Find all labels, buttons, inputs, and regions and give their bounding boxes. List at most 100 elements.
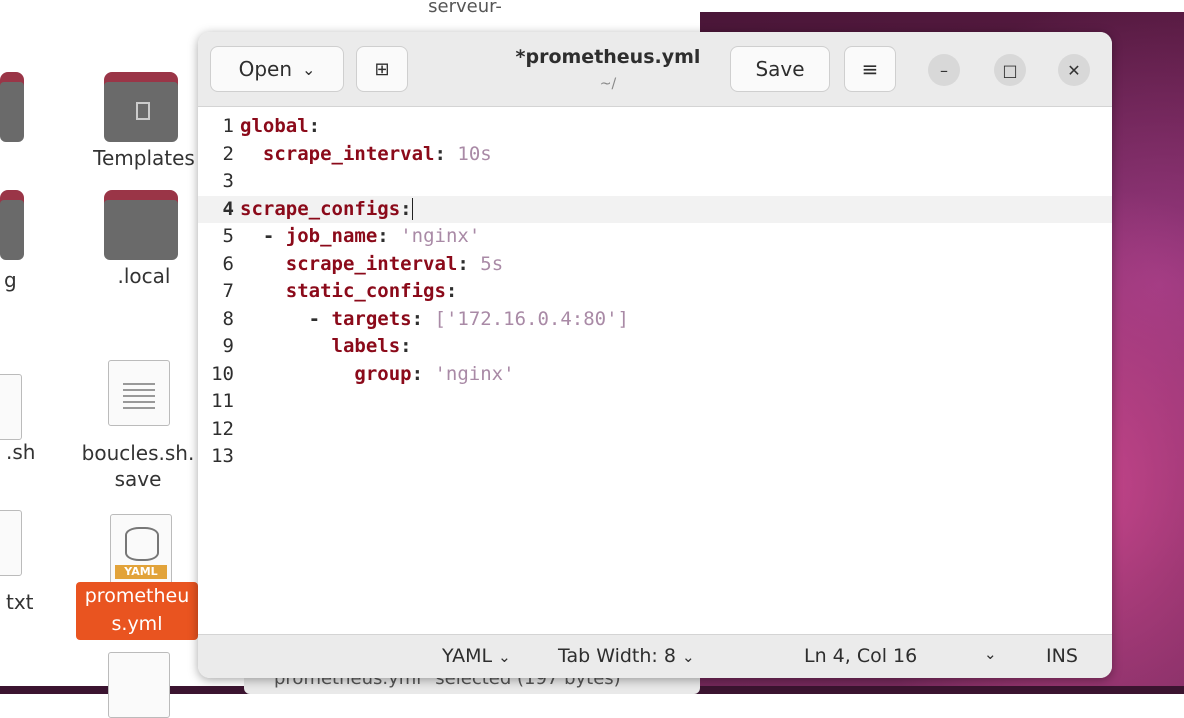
code-line[interactable]: 6 scrape_interval: 5s: [198, 251, 1112, 278]
boucles-label-line1: boucles.sh.: [81, 441, 195, 465]
yaml-value: ['172.16.0.4:80']: [434, 307, 629, 330]
file-icon-partial-2[interactable]: [0, 510, 22, 576]
line-code: scrape_configs:: [240, 196, 413, 223]
line-code: global:: [240, 113, 320, 140]
selected-file-line1: prometheu: [84, 585, 190, 607]
code-line[interactable]: 12: [198, 416, 1112, 443]
line-code: - targets: ['172.16.0.4:80']: [240, 306, 629, 333]
code-line[interactable]: 1 global:: [198, 113, 1112, 140]
desktop-top-strip: [0, 0, 1184, 12]
status-bar: YAML ⌄ Tab Width: 8 ⌄ Ln 4, Col 16 ⌄ INS: [198, 634, 1112, 678]
text-editor-window: Open ⌄ ⊞ *prometheus.yml ~/ Save ≡ – □ ✕…: [198, 32, 1112, 678]
yaml-key: job_name: [285, 225, 378, 247]
boucles-file-icon[interactable]: [108, 360, 170, 426]
line-number: 4: [222, 197, 234, 220]
code-line[interactable]: 9 labels:: [198, 333, 1112, 360]
line-number: 10: [211, 362, 234, 385]
close-button[interactable]: ✕: [1058, 54, 1090, 86]
code-line[interactable]: 8 - targets: ['172.16.0.4:80']: [198, 306, 1112, 333]
yaml-colon: :: [411, 307, 435, 330]
code-line[interactable]: 4 scrape_configs:: [198, 195, 1112, 223]
selected-file-label[interactable]: prometheu s.yml: [76, 582, 198, 640]
open-button-label: Open: [238, 57, 292, 81]
local-label[interactable]: .local: [84, 264, 204, 288]
line-code: scrape_interval: 10s: [240, 141, 492, 168]
yaml-colon: :: [308, 115, 321, 137]
line-number: 3: [222, 170, 234, 192]
yaml-badge: YAML: [115, 565, 167, 579]
yaml-colon: :: [411, 362, 435, 385]
templates-label[interactable]: Templates: [84, 146, 204, 170]
code-line[interactable]: 10 group: 'nginx': [198, 361, 1112, 388]
template-emblem-icon: [136, 102, 150, 120]
language-label: YAML: [442, 645, 493, 667]
code-line[interactable]: 5 - job_name: 'nginx': [198, 223, 1112, 250]
code-line[interactable]: 7 static_configs:: [198, 278, 1112, 305]
yaml-key: scrape_interval: [262, 142, 435, 165]
language-chevron-icon: ⌄: [498, 648, 511, 666]
minimize-button[interactable]: –: [928, 54, 960, 86]
line-number: 12: [211, 417, 234, 440]
menu-button[interactable]: ≡: [844, 46, 896, 92]
boucles-label-line2: save: [114, 467, 162, 491]
yaml-key: static_configs: [285, 280, 446, 302]
file-icon-partial[interactable]: [0, 374, 22, 440]
language-selector[interactable]: YAML ⌄: [442, 645, 511, 667]
insert-mode[interactable]: INS: [1046, 645, 1078, 667]
selected-file-line2: s.yml: [111, 613, 163, 635]
chevron-down-icon: ⌄: [302, 59, 316, 79]
line-number: 13: [211, 445, 234, 467]
line-code: scrape_interval: 5s: [240, 251, 503, 278]
maximize-button[interactable]: □: [994, 54, 1026, 86]
yaml-key: scrape_interval: [285, 252, 458, 275]
file-icon-bottom[interactable]: [108, 652, 170, 718]
yaml-colon: :: [434, 142, 458, 165]
cursor-position[interactable]: Ln 4, Col 16: [804, 645, 917, 667]
yaml-key: global: [240, 115, 309, 137]
yaml-colon: :: [400, 197, 412, 220]
yaml-value: 'nginx': [434, 362, 515, 385]
code-line[interactable]: 3: [198, 168, 1112, 195]
yaml-key: group: [354, 362, 412, 385]
window-subtitle: ~/: [599, 76, 617, 92]
code-line[interactable]: 11: [198, 388, 1112, 415]
save-button[interactable]: Save: [730, 46, 830, 92]
save-button-label: Save: [755, 57, 805, 81]
line-code: group: 'nginx': [240, 361, 515, 388]
position-chevron-icon[interactable]: ⌄: [984, 645, 997, 663]
line-number: 6: [222, 252, 234, 275]
yaml-colon: :: [400, 335, 412, 357]
line-number: 8: [222, 307, 234, 330]
folder-icon-partial[interactable]: [0, 72, 24, 142]
yaml-value: 5s: [480, 252, 504, 275]
code-line[interactable]: 13: [198, 443, 1112, 470]
new-tab-button[interactable]: ⊞: [356, 46, 408, 92]
line-code: static_configs:: [240, 278, 458, 305]
code-editor[interactable]: 1 global: 2 scrape_interval: 10s 3 4 scrape_c…: [198, 107, 1112, 634]
yaml-value: 10s: [457, 142, 492, 165]
yaml-colon: :: [457, 252, 481, 275]
local-folder-icon[interactable]: [104, 190, 178, 260]
desktop-label-g: g: [4, 268, 17, 292]
boucles-label[interactable]: boucles.sh. save: [78, 440, 198, 492]
line-code: - job_name: 'nginx': [240, 223, 480, 250]
code-line[interactable]: 2 scrape_interval: 10s: [198, 141, 1112, 168]
templates-folder-icon[interactable]: [104, 72, 178, 142]
folder-icon-partial-2[interactable]: [0, 190, 24, 260]
line-number: 7: [222, 280, 234, 302]
tab-width-selector[interactable]: Tab Width: 8 ⌄: [558, 645, 695, 667]
yaml-colon: :: [377, 225, 401, 247]
minimize-icon: –: [940, 60, 948, 80]
line-number: 9: [222, 335, 234, 357]
desktop-label-txt: txt: [6, 590, 34, 614]
close-icon: ✕: [1067, 60, 1081, 80]
open-button[interactable]: Open ⌄: [210, 46, 344, 92]
desktop-label-sh: .sh: [6, 440, 36, 464]
yaml-file-icon[interactable]: YAML: [110, 514, 172, 586]
